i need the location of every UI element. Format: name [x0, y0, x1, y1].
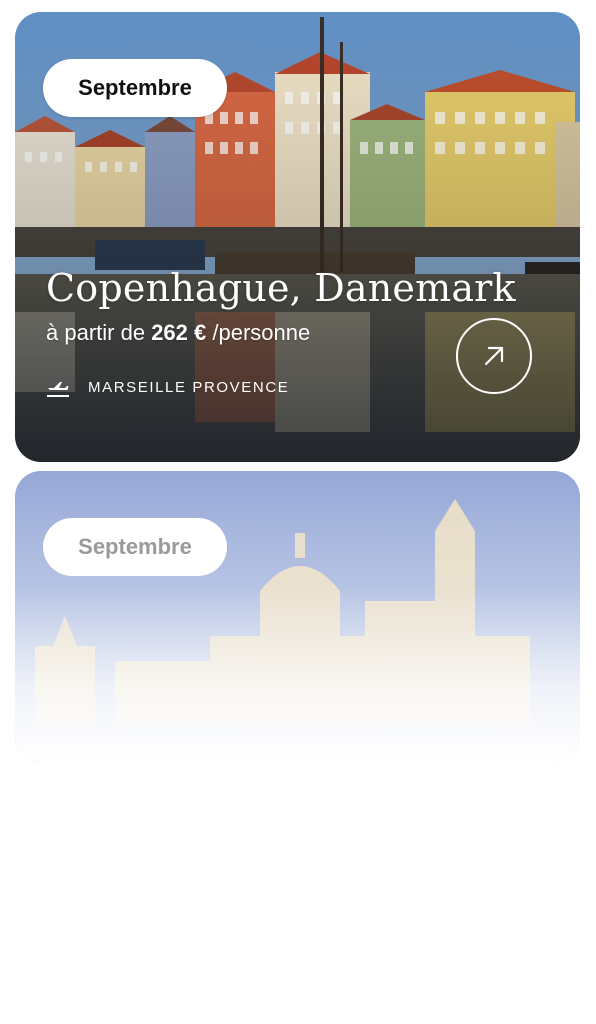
card-fade-overlay	[15, 471, 580, 761]
price-amount: 262 €	[151, 320, 207, 345]
destination-card-palermo[interactable]: Septembre	[15, 471, 580, 761]
destination-title: Copenhague, Danemark	[46, 266, 516, 310]
destinations-list: Septembre Copenhague, Danemark à partir …	[0, 0, 596, 1024]
month-badge[interactable]: Septembre	[43, 518, 227, 576]
departure-info: MARSEILLE PROVENCE	[46, 376, 289, 398]
price-suffix: /personne	[212, 320, 311, 345]
plane-departure-icon	[47, 382, 69, 397]
destination-card-copenhagen[interactable]: Septembre Copenhague, Danemark à partir …	[15, 12, 580, 462]
month-badge[interactable]: Septembre	[43, 59, 227, 117]
price-line: à partir de 262 € /personne	[46, 320, 310, 346]
price-prefix: à partir de	[46, 320, 146, 345]
open-destination-button[interactable]	[456, 318, 532, 394]
arrow-up-right-icon	[484, 346, 504, 366]
departure-airport: MARSEILLE PROVENCE	[88, 378, 290, 396]
